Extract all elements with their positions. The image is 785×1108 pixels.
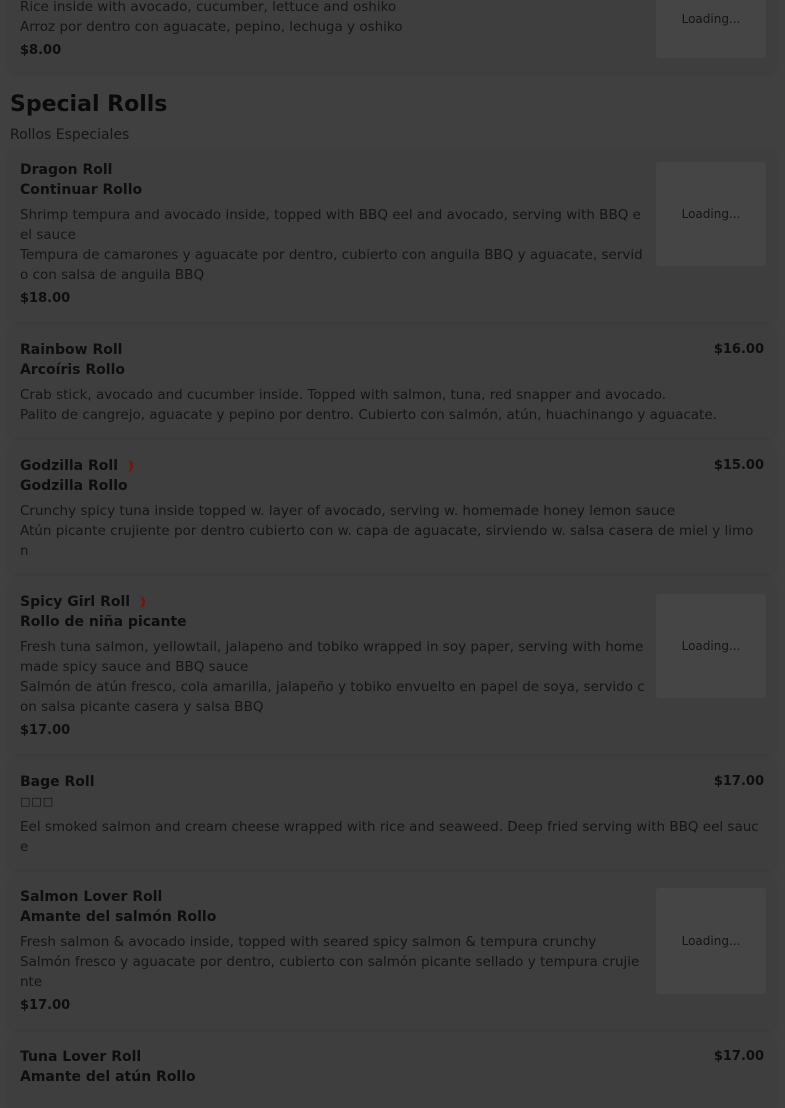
item-name: Rainbow Roll (20, 342, 123, 358)
item-image: Loading... (656, 594, 766, 698)
menu-item-card[interactable]: Tuna Lover Roll Amante del atún Rollo $1… (10, 1038, 774, 1108)
item-price: $17.00 (20, 998, 71, 1013)
item-name-alt: Arcoíris Rollo (20, 362, 125, 378)
menu-item-card[interactable]: Bage Roll □□□ $17.00 Eel smoked salmon a… (10, 762, 774, 870)
item-name-alt: Amante del salmón Rollo (20, 909, 217, 925)
item-price: $8.00 (20, 43, 62, 58)
item-name-alt: Amante del atún Rollo (20, 1069, 196, 1085)
menu-item-card[interactable]: Rainbow Roll Arcoíris Rollo $16.00 Crab … (10, 330, 774, 438)
item-description-en: Rice inside with avocado, cucumber, lett… (20, 0, 397, 15)
item-name: Spicy Girl Roll (20, 594, 131, 610)
item-name: Salmon Lover Roll (20, 889, 163, 905)
menu-item-card[interactable]: Godzilla Roll Godzilla Rollo $15.00 Crun… (10, 446, 774, 574)
item-description-en: Shrimp tempura and avocado inside, toppe… (20, 207, 641, 243)
item-name-alt: Rollo de niña picante (20, 614, 187, 630)
item-price: $17.00 (713, 774, 764, 789)
menu-item-card[interactable]: Rice inside with avocado, cucumber, lett… (10, 0, 774, 72)
item-name-alt: □□□ (20, 795, 55, 808)
item-price: $16.00 (713, 342, 764, 357)
item-description-es: Salmón de atún fresco, cola amarilla, ja… (20, 679, 645, 715)
item-description-es: Salmón fresco y aguacate por dentro, cub… (20, 954, 640, 990)
image-loading-text: Loading... (681, 639, 741, 653)
item-name-alt: Continuar Rollo (20, 182, 143, 198)
item-description-en: Crunchy spicy tuna inside topped w. laye… (20, 503, 676, 519)
menu-item-card[interactable]: Salmon Lover Roll Amante del salmón Roll… (10, 878, 774, 1030)
item-name-row: Godzilla Roll (20, 456, 136, 476)
section-subtitle: Rollos Especiales (10, 127, 130, 143)
item-price: $15.00 (713, 458, 764, 473)
item-name-row: Spicy Girl Roll (20, 592, 148, 612)
item-price: $17.00 (713, 1049, 764, 1064)
item-description-en: Fresh salmon & avocado inside, topped wi… (20, 934, 597, 950)
item-name-alt: Godzilla Rollo (20, 478, 128, 494)
image-loading-text: Loading... (681, 207, 741, 221)
image-loading-text: Loading... (681, 12, 741, 26)
item-description-es: Tempura de camarones y aguacate por dent… (20, 247, 643, 283)
item-description-es: Arroz por dentro con aguacate, pepino, l… (20, 19, 403, 35)
item-image: Loading... (656, 888, 766, 994)
menu-item-card[interactable]: Dragon Roll Continuar Rollo Shrimp tempu… (10, 150, 774, 322)
item-description-en: Fresh tuna salmon, yellowtail, jalapeno … (20, 639, 644, 675)
item-image: Loading... (656, 0, 766, 58)
section-title: Special Rolls (10, 92, 168, 117)
item-image: Loading... (656, 162, 766, 266)
item-price: $17.00 (20, 723, 71, 738)
item-name: Tuna Lover Roll (20, 1049, 142, 1065)
item-description-en: Crab stick, avocado and cucumber inside.… (20, 387, 667, 403)
chili-pepper-icon (128, 460, 134, 472)
chili-pepper-icon (140, 596, 146, 608)
item-description-es: Palito de cangrejo, aguacate y pepino po… (20, 407, 717, 423)
menu-item-card[interactable]: Spicy Girl Roll Rollo de niña picante Fr… (10, 582, 774, 754)
item-description-es: Atún picante crujiente por dentro cubier… (20, 523, 754, 559)
image-loading-text: Loading... (681, 934, 741, 948)
item-name: Bage Roll (20, 774, 95, 790)
item-description-en: Eel smoked salmon and cream cheese wrapp… (20, 819, 759, 855)
item-name: Dragon Roll (20, 162, 113, 178)
item-price: $18.00 (20, 291, 71, 306)
item-name: Godzilla Roll (20, 458, 118, 474)
